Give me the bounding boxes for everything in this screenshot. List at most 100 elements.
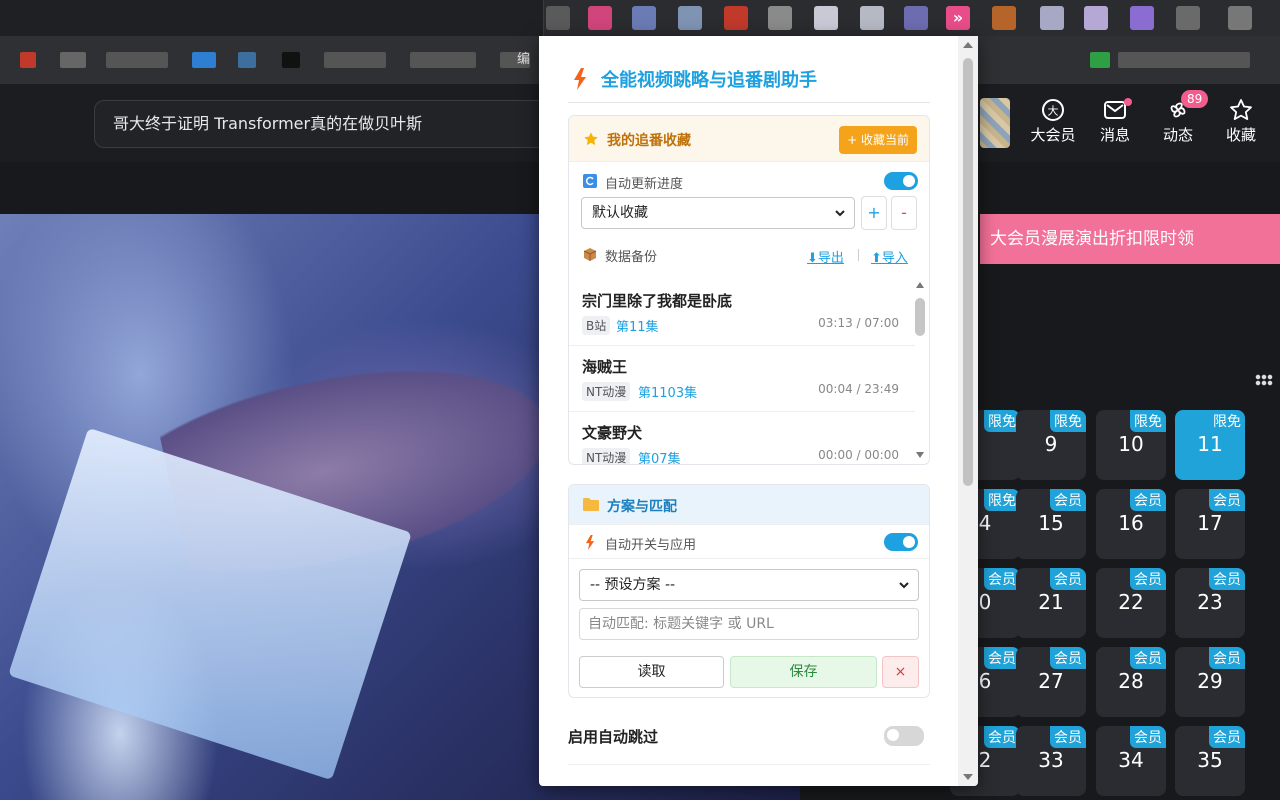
list-item[interactable]: 文豪野犬 NT动漫 第07集 00:00 / 00:00 (569, 412, 915, 464)
calendar-day[interactable]: 35 会员 (1175, 726, 1245, 796)
calendar-day[interactable]: 21 会员 (1016, 568, 1086, 638)
calendar-day-number: 34 (1118, 748, 1144, 772)
match-input[interactable]: 自动匹配: 标题关键字 或 URL (579, 608, 919, 640)
extension-icon[interactable] (1228, 6, 1252, 30)
item-source: NT动漫 (582, 382, 631, 401)
extension-icon[interactable] (904, 6, 928, 30)
bookmark[interactable] (106, 52, 168, 68)
calendar-day-number: 11 (1197, 432, 1223, 456)
import-link[interactable]: ⬆导入 (871, 247, 908, 266)
list-scrollbar[interactable] (915, 280, 925, 464)
add-current-button[interactable]: + 收藏当前 (839, 126, 917, 154)
popup-scroll-thumb[interactable] (963, 58, 973, 486)
calendar-day[interactable]: 9 限免 (1016, 410, 1086, 480)
remove-folder-button[interactable]: - (891, 196, 917, 230)
extension-icon[interactable] (1176, 6, 1200, 30)
chevron-down-icon (899, 582, 909, 589)
extension-icon[interactable] (1084, 6, 1108, 30)
bookmark[interactable] (238, 52, 256, 68)
calendar-day[interactable]: 10 限免 (1096, 410, 1166, 480)
calendar-day[interactable]: 29 会员 (1175, 647, 1245, 717)
skip-helper-extension-icon[interactable]: » (946, 6, 970, 30)
calendar-day[interactable]: 22 会员 (1096, 568, 1166, 638)
bookmark[interactable] (282, 52, 300, 68)
calendar-day-tag: 会员 (984, 647, 1020, 669)
extension-icon[interactable] (546, 6, 570, 30)
delete-button[interactable]: × (882, 656, 919, 688)
item-episode[interactable]: 第1103集 (638, 382, 697, 401)
extension-icon[interactable] (1040, 6, 1064, 30)
list-scroll-thumb[interactable] (915, 298, 925, 336)
folder-select[interactable]: 默认收藏 (581, 197, 855, 229)
list-item[interactable]: 宗门里除了我都是卧底 B站 第11集 03:13 / 07:00 (569, 280, 915, 346)
auto-switch-label: 自动开关与应用 (605, 538, 697, 553)
item-episode[interactable]: 第11集 (616, 316, 659, 335)
scheme-card-header: 方案与匹配 (569, 485, 929, 525)
scroll-up-icon[interactable] (963, 42, 973, 48)
extension-popup: 全能视频跳略与追番剧助手 我的追番收藏 + 收藏当前 自动更新进度 默认收藏 +… (539, 36, 978, 786)
popup-title: 全能视频跳略与追番剧助手 (601, 70, 817, 91)
extension-icon[interactable] (860, 6, 884, 30)
preset-select[interactable]: -- 预设方案 -- (579, 569, 919, 601)
calendar-day-tag: 限免 (984, 489, 1020, 511)
item-title: 文豪野犬 (582, 424, 643, 442)
extension-icon[interactable] (632, 6, 656, 30)
calendar-day[interactable]: 17 会员 (1175, 489, 1245, 559)
header-message-label: 消息 (1099, 126, 1130, 144)
screen: { "browser": { "active_tab_visible_char"… (0, 0, 1280, 800)
calendar-day[interactable]: 27 会员 (1016, 647, 1086, 717)
calendar-day[interactable]: 33 会员 (1016, 726, 1086, 796)
extension-icon[interactable] (678, 6, 702, 30)
save-button[interactable]: 保存 (730, 656, 877, 688)
header-favorites[interactable]: 收藏 (1212, 98, 1270, 145)
search-input[interactable]: 哥大终于证明 Transformer真的在做贝叶斯 (94, 100, 554, 148)
bookmark[interactable] (410, 52, 476, 68)
bookmark[interactable] (192, 52, 216, 68)
avatar[interactable] (980, 98, 1010, 148)
calendar-day[interactable]: 16 会员 (1096, 489, 1166, 559)
read-button[interactable]: 读取 (579, 656, 724, 688)
header-vip[interactable]: 大 大会员 (1024, 98, 1082, 145)
header-dynamic[interactable]: 89 动态 (1149, 90, 1209, 145)
preset-select-value: -- 预设方案 -- (590, 577, 676, 593)
auto-update-toggle[interactable] (884, 172, 918, 190)
calendar-day[interactable]: 11 限免 (1175, 410, 1245, 480)
promo-banner[interactable]: 大会员漫展演出折扣限时领 (980, 214, 1280, 264)
lightning-icon (585, 535, 595, 550)
add-folder-button[interactable]: + (861, 196, 887, 230)
auto-switch-toggle[interactable] (884, 533, 918, 551)
calendar-day-number: 28 (1118, 669, 1144, 693)
folder-select-value: 默认收藏 (592, 205, 648, 221)
popup-scrollbar[interactable] (958, 36, 978, 786)
auto-skip-toggle[interactable] (884, 726, 924, 746)
calendar-day[interactable]: 23 会员 (1175, 568, 1245, 638)
scroll-down-icon[interactable] (963, 774, 973, 780)
bookmark[interactable] (20, 52, 36, 68)
bookmark[interactable] (60, 52, 86, 68)
bookmark[interactable] (324, 52, 386, 68)
extension-icon[interactable] (768, 6, 792, 30)
extension-icon[interactable] (1130, 6, 1154, 30)
bookmark[interactable] (1118, 52, 1250, 68)
grid-icon[interactable] (1255, 374, 1273, 386)
active-tab[interactable] (0, 0, 544, 36)
extension-icon[interactable] (992, 6, 1016, 30)
item-episode[interactable]: 第07集 (638, 448, 681, 464)
item-source: NT动漫 (582, 448, 631, 464)
header-favorites-label: 收藏 (1225, 126, 1256, 144)
bookmark[interactable] (1090, 52, 1110, 68)
export-link[interactable]: ⬇导出 (807, 247, 844, 266)
extension-icon[interactable] (724, 6, 748, 30)
header-message[interactable]: 消息 (1086, 98, 1144, 145)
calendar-day-tag: 限免 (1050, 410, 1086, 432)
calendar-day[interactable]: 34 会员 (1096, 726, 1166, 796)
calendar-day[interactable]: 28 会员 (1096, 647, 1166, 717)
list-item[interactable]: 海贼王 NT动漫 第1103集 00:04 / 23:49 (569, 346, 915, 412)
calendar-day-tag: 会员 (1209, 726, 1245, 748)
extension-icon[interactable] (814, 6, 838, 30)
bookmark[interactable]: 编 (500, 52, 530, 68)
star-icon (584, 132, 598, 146)
tab-strip: » (0, 0, 1280, 36)
extension-icon[interactable] (588, 6, 612, 30)
calendar-day[interactable]: 15 会员 (1016, 489, 1086, 559)
